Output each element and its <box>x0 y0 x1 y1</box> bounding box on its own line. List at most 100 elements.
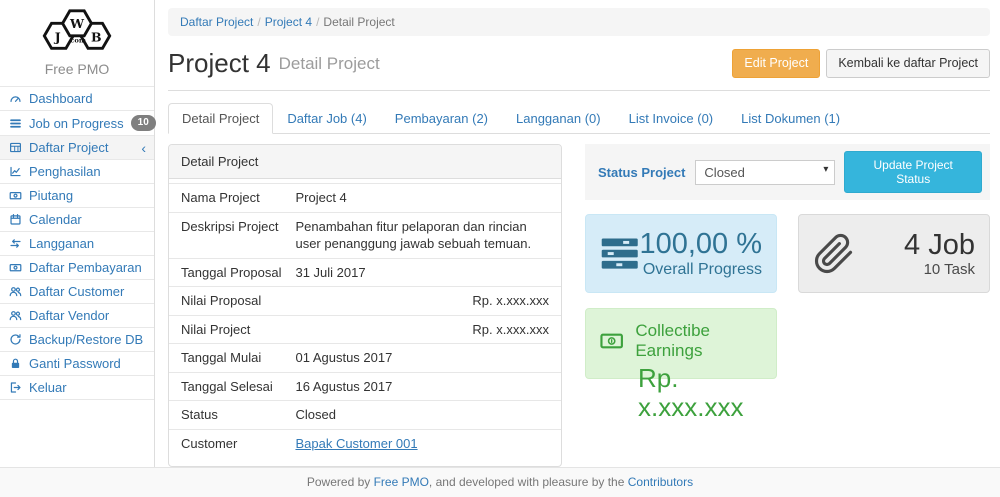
sidebar-item-daftar-customer[interactable]: Daftar Customer <box>0 280 154 304</box>
sign-out-icon <box>9 381 22 394</box>
sidebar-item-daftar-vendor[interactable]: Daftar Vendor <box>0 304 154 328</box>
page-subtitle: Detail Project <box>279 54 380 74</box>
breadcrumb-separator: / <box>253 15 264 29</box>
row-label: Tanggal Mulai <box>169 344 283 373</box>
row-label: Nilai Project <box>169 315 283 344</box>
svg-text:B: B <box>91 30 102 45</box>
detail-table: Nama Project Project 4 Deskripsi Project… <box>169 183 561 457</box>
panel-title: Detail Project <box>169 145 561 179</box>
tab-daftar-job[interactable]: Daftar Job (4) <box>273 103 380 134</box>
gauge-icon <box>9 92 22 105</box>
sidebar-item-label: Dashboard <box>29 91 93 106</box>
sidebar-item-label: Daftar Project <box>29 140 108 155</box>
sidebar-item-ganti-password[interactable]: Ganti Password <box>0 352 154 376</box>
panel-body: Nama Project Project 4 Deskripsi Project… <box>169 179 561 466</box>
users-icon <box>9 309 22 322</box>
row-value: Bapak Customer 001 <box>283 429 561 457</box>
users-icon <box>9 285 22 298</box>
customer-link[interactable]: Bapak Customer 001 <box>295 436 417 451</box>
breadcrumb-link-daftar-project[interactable]: Daftar Project <box>180 15 253 29</box>
row-label: Deskripsi Project <box>169 212 283 258</box>
table-row: Deskripsi Project Penambahan fitur pelap… <box>169 212 561 258</box>
row-label: Tanggal Selesai <box>169 372 283 401</box>
sidebar-item-job-on-progress[interactable]: Job on Progress 10 <box>0 111 154 136</box>
sidebar-item-label: Calendar <box>29 212 82 227</box>
earnings-value: Rp. x.xxx.xxx <box>638 364 762 421</box>
sidebar-item-piutang[interactable]: Piutang <box>0 184 154 208</box>
paperclip-icon <box>813 231 855 277</box>
svg-text:.com: .com <box>68 37 86 45</box>
row-value: Closed <box>283 401 561 430</box>
back-to-project-list-button[interactable]: Kembali ke daftar Project <box>826 49 990 78</box>
calendar-icon <box>9 213 22 226</box>
task-count-label: 10 Task <box>904 261 975 278</box>
sidebar-item-label: Job on Progress <box>29 116 124 131</box>
brand-name: Free PMO <box>0 61 154 77</box>
svg-text:J: J <box>54 30 61 45</box>
breadcrumb-current: Detail Project <box>323 15 394 29</box>
tab-langganan[interactable]: Langganan (0) <box>502 103 615 134</box>
row-value: 01 Agustus 2017 <box>283 344 561 373</box>
sidebar-menu: Dashboard Job on Progress 10 Daftar Proj… <box>0 86 154 400</box>
page-title: Project 4 <box>168 49 271 78</box>
progress-label: Overall Progress <box>639 261 762 279</box>
header-buttons: Edit Project Kembali ke daftar Project <box>732 49 990 78</box>
table-row: Nama Project Project 4 <box>169 184 561 213</box>
job-count-value: 4 Job <box>904 229 975 261</box>
table-row: Customer Bapak Customer 001 <box>169 429 561 457</box>
row-label: Tanggal Proposal <box>169 258 283 287</box>
sidebar-item-label: Daftar Pembayaran <box>29 260 142 275</box>
count-badge: 10 <box>131 115 156 131</box>
sidebar-item-label: Langganan <box>29 236 94 251</box>
sidebar-item-calendar[interactable]: Calendar <box>0 208 154 232</box>
sidebar-item-label: Piutang <box>29 188 73 203</box>
money-bill-icon <box>600 331 623 352</box>
exchange-icon <box>9 237 22 250</box>
row-value: Project 4 <box>283 184 561 213</box>
list-icon <box>9 117 22 130</box>
status-project-select[interactable]: Closed <box>695 160 835 185</box>
table-icon <box>9 141 22 154</box>
chevron-left-icon: ‹ <box>141 141 146 155</box>
sidebar-item-daftar-pembayaran[interactable]: Daftar Pembayaran <box>0 256 154 280</box>
edit-project-button[interactable]: Edit Project <box>732 49 820 78</box>
table-row: Nilai Project Rp. x.xxx.xxx <box>169 315 561 344</box>
table-row: Status Closed <box>169 401 561 430</box>
sidebar-item-label: Daftar Customer <box>29 284 124 299</box>
update-project-status-button[interactable]: Update Project Status <box>844 151 982 193</box>
earnings-label: Collectibe Earnings <box>635 321 762 361</box>
sidebar-item-keluar[interactable]: Keluar <box>0 376 154 400</box>
overall-progress-box: 100,00 % Overall Progress <box>585 214 777 293</box>
status-project-label: Status Project <box>598 165 685 180</box>
sidebar-item-label: Keluar <box>29 380 67 395</box>
tab-detail-project[interactable]: Detail Project <box>168 103 273 134</box>
tab-list-dokumen[interactable]: List Dokumen (1) <box>727 103 854 134</box>
breadcrumb-link-project-4[interactable]: Project 4 <box>265 15 312 29</box>
tab-list-invoice[interactable]: List Invoice (0) <box>615 103 728 134</box>
row-value: Rp. x.xxx.xxx <box>283 315 561 344</box>
tab-content: Detail Project Nama Project Project 4 De… <box>168 134 990 467</box>
sidebar-item-dashboard[interactable]: Dashboard <box>0 87 154 111</box>
sidebar-item-daftar-project[interactable]: Daftar Project ‹ <box>0 136 154 160</box>
page-footer: Powered by Free PMO, and developed with … <box>0 467 1000 497</box>
app-window: W J B .com Free PMO Dashboard Job on Pro… <box>0 0 1000 467</box>
sidebar-item-langganan[interactable]: Langganan <box>0 232 154 256</box>
row-label: Status <box>169 401 283 430</box>
lock-icon <box>9 357 22 370</box>
sidebar-item-backup-restore-db[interactable]: Backup/Restore DB <box>0 328 154 352</box>
money-icon <box>9 189 22 202</box>
table-row: Tanggal Mulai 01 Agustus 2017 <box>169 344 561 373</box>
sidebar-item-label: Penghasilan <box>29 164 101 179</box>
detail-column: Detail Project Nama Project Project 4 De… <box>168 144 562 467</box>
sidebar-item-penghasilan[interactable]: Penghasilan <box>0 160 154 184</box>
sidebar-item-label: Daftar Vendor <box>29 308 109 323</box>
sidebar: W J B .com Free PMO Dashboard Job on Pro… <box>0 0 155 467</box>
tasks-icon <box>600 235 639 273</box>
line-chart-icon <box>9 165 22 178</box>
table-row: Tanggal Proposal 31 Juli 2017 <box>169 258 561 287</box>
row-label: Nilai Proposal <box>169 287 283 316</box>
tab-pembayaran[interactable]: Pembayaran (2) <box>381 103 502 134</box>
refresh-icon <box>9 333 22 346</box>
row-value: 16 Agustus 2017 <box>283 372 561 401</box>
money-icon <box>9 261 22 274</box>
